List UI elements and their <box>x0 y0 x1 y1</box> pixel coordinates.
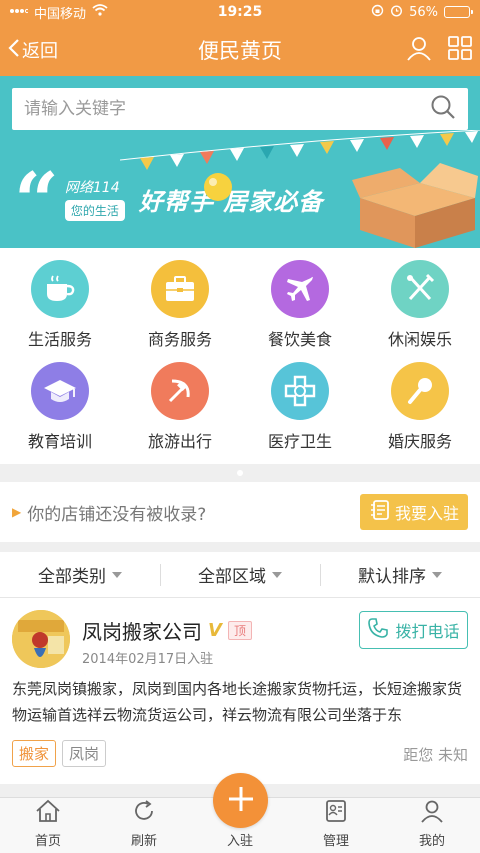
status-bar: 中国移动 19:25 56% <box>0 0 480 24</box>
airplane-icon <box>271 260 329 318</box>
hammer-sickle-icon <box>151 362 209 420</box>
filter-label: 全部类别 <box>38 567 106 587</box>
quote-mark-icon: “ <box>14 156 59 247</box>
signal-icon <box>10 5 30 20</box>
notice-text: 你的店铺还没有被收录? <box>27 504 207 525</box>
user-icon[interactable] <box>406 35 432 65</box>
category-item[interactable]: 医疗卫生 <box>240 362 360 462</box>
category-grid: 生活服务 商务服务 餐饮美食 休闲娱乐 教育培训 旅游出行 医疗卫生 婚庆服务 <box>0 248 480 464</box>
category-item[interactable]: 教育培训 <box>0 362 120 462</box>
tab-label: 首页 <box>34 834 61 849</box>
plus-icon <box>226 784 256 818</box>
call-label: 拨打电话 <box>395 622 460 641</box>
page-indicator <box>0 464 480 482</box>
register-icon <box>369 499 391 525</box>
category-label: 商务服务 <box>147 330 212 349</box>
nav-bar: 返回 便民黄页 <box>0 24 480 76</box>
tab-label: 入驻 <box>226 834 253 849</box>
search-icon[interactable] <box>430 94 456 124</box>
caret-down-icon <box>272 571 282 578</box>
medical-cross-icon <box>271 362 329 420</box>
call-button[interactable]: 拨打电话 <box>359 611 468 649</box>
top-badge: 顶 <box>227 621 252 640</box>
briefcase-icon <box>151 260 209 318</box>
caret-down-icon <box>112 571 122 578</box>
tab-refresh[interactable]: 刷新 <box>96 798 192 853</box>
business-name: 凤岗搬家公司 <box>82 620 202 644</box>
search-input[interactable] <box>24 99 430 119</box>
join-fab-button[interactable] <box>213 773 268 828</box>
brand-pill: 您的生活 <box>64 200 125 221</box>
refresh-icon <box>132 799 156 827</box>
category-label: 旅游出行 <box>147 432 212 451</box>
business-description: 东莞凤岗镇搬家，凤岗到国内各地长途搬家货物托运，长短途搬家货物运输首选祥云物流货… <box>12 680 463 724</box>
join-store-label: 我要入驻 <box>394 504 459 523</box>
listing-card[interactable]: 凤岗搬家公司 V 顶 2014年02月17日入驻 拨打电话 东莞凤岗镇搬家，凤岗… <box>0 598 480 784</box>
tab-label: 刷新 <box>130 834 157 849</box>
caret-down-icon <box>432 571 442 578</box>
store-notice: ▶ 你的店铺还没有被收录? 我要入驻 <box>0 482 480 542</box>
home-icon <box>35 799 61 827</box>
search-bar[interactable] <box>12 88 468 130</box>
promo-banner[interactable]: “ 网络114 您的生活 好帮手 居家必备 <box>0 76 480 248</box>
manage-icon <box>324 799 348 827</box>
tab-manage[interactable]: 管理 <box>288 798 384 853</box>
category-item[interactable]: 生活服务 <box>0 260 120 360</box>
category-label: 教育培训 <box>27 432 92 451</box>
category-item[interactable]: 旅游出行 <box>120 362 240 462</box>
filter-region[interactable]: 全部区域 <box>160 562 320 587</box>
page-dot <box>237 470 243 476</box>
graduation-cap-icon <box>31 362 89 420</box>
brand-name: 网络114 <box>64 180 120 196</box>
tag-primary[interactable]: 搬家 <box>12 740 57 767</box>
tab-label: 我的 <box>418 834 445 849</box>
profile-icon <box>420 799 444 827</box>
category-label: 休闲娱乐 <box>387 330 452 349</box>
microphone-icon <box>391 362 449 420</box>
wifi-icon <box>92 4 108 20</box>
grid-menu-icon[interactable] <box>448 36 472 64</box>
category-label: 餐饮美食 <box>267 330 332 349</box>
category-item[interactable]: 商务服务 <box>120 260 240 360</box>
avatar <box>12 610 70 668</box>
filter-category[interactable]: 全部类别 <box>0 562 160 587</box>
tab-mine[interactable]: 我的 <box>384 798 480 853</box>
category-label: 婚庆服务 <box>387 432 452 451</box>
tab-label: 管理 <box>322 834 349 849</box>
balloon-icon <box>204 173 232 201</box>
header: 中国移动 19:25 56% 返回 便民黄页 <box>0 0 480 76</box>
alarm-icon <box>390 4 403 21</box>
filter-sort[interactable]: 默认排序 <box>320 562 480 587</box>
category-item[interactable]: 婚庆服务 <box>360 362 480 462</box>
join-date: 2014年02月17日入驻 <box>82 652 214 667</box>
verified-icon: V <box>208 620 222 641</box>
distance-text: 距您 未知 <box>403 746 468 764</box>
chevron-left-icon <box>8 38 20 63</box>
category-label: 医疗卫生 <box>267 432 332 451</box>
category-label: 生活服务 <box>27 330 92 349</box>
gift-box-icon <box>352 163 478 248</box>
carrier-label: 中国移动 <box>34 6 87 22</box>
category-item[interactable]: 餐饮美食 <box>240 260 360 360</box>
filter-label: 默认排序 <box>358 567 426 587</box>
join-store-button[interactable]: 我要入驻 <box>360 494 468 530</box>
filter-bar: 全部类别 全部区域 默认排序 <box>0 552 480 598</box>
back-button[interactable]: 返回 <box>8 37 58 63</box>
tag-location[interactable]: 凤岗 <box>62 740 107 767</box>
fork-knife-icon <box>391 260 449 318</box>
battery-icon <box>444 6 473 18</box>
tab-home[interactable]: 首页 <box>0 798 96 853</box>
back-label: 返回 <box>22 41 58 62</box>
coffee-cup-icon <box>31 260 89 318</box>
triangle-right-icon: ▶ <box>12 505 22 519</box>
phone-icon <box>367 617 389 643</box>
battery-percent: 56% <box>409 4 438 20</box>
rotation-lock-icon <box>371 4 384 21</box>
category-item[interactable]: 休闲娱乐 <box>360 260 480 360</box>
filter-label: 全部区域 <box>198 567 266 587</box>
